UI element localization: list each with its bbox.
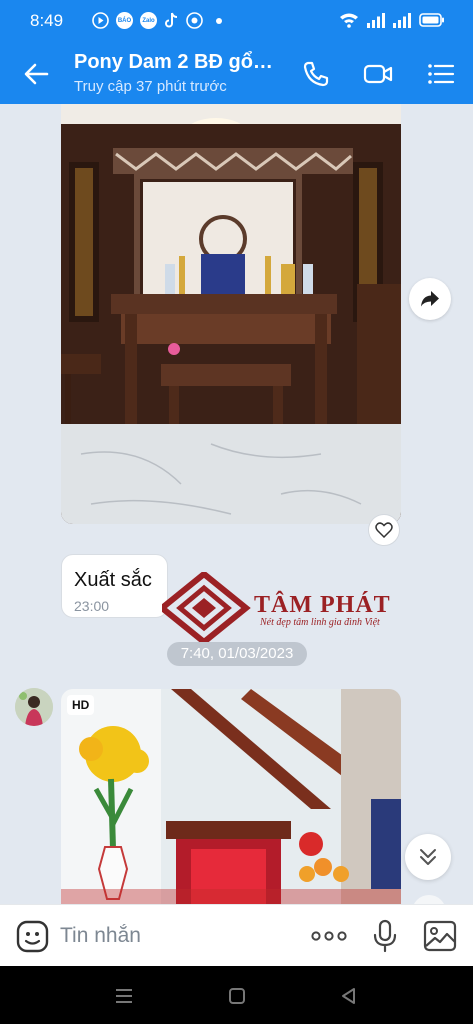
- system-nav-bar: [0, 966, 473, 1024]
- last-seen-status: Truy cập 37 phút trước: [74, 78, 227, 95]
- watermark-brand-name: TÂM PHÁT: [254, 592, 391, 618]
- back-button[interactable]: [20, 58, 52, 90]
- call-button[interactable]: [300, 58, 332, 90]
- more-notifications-dot: [216, 17, 222, 24]
- signal-icon: [393, 12, 411, 28]
- chat-messages[interactable]: Xuất sắc 23:00 TÂM PHÁT Nét đẹp tâm linh…: [0, 104, 473, 904]
- back-nav-button[interactable]: [338, 985, 360, 1007]
- chrome-icon: [186, 12, 203, 29]
- hd-badge: HD: [67, 695, 95, 715]
- message-bubble[interactable]: Xuất sắc 23:00: [61, 554, 168, 618]
- flower-altar-photo: [61, 689, 401, 904]
- tiktok-icon: [165, 12, 178, 28]
- altar-photo-message[interactable]: [61, 104, 401, 524]
- status-time: 8:49: [30, 11, 64, 30]
- share-arrow-icon: [421, 291, 439, 307]
- heart-icon: [375, 522, 393, 538]
- date-separator: 7:40, 01/03/2023: [167, 642, 307, 666]
- play-icon: [92, 12, 109, 29]
- microphone-button[interactable]: [370, 919, 400, 953]
- tam-phat-logo-icon: [157, 570, 251, 646]
- incoming-photo-message[interactable]: HD: [61, 689, 401, 904]
- react-heart-button[interactable]: [368, 514, 400, 546]
- watermark-slogan: Nét đẹp tâm linh gia đình Việt: [260, 617, 380, 628]
- sticker-button[interactable]: [16, 920, 49, 953]
- home-nav-button[interactable]: [226, 985, 248, 1007]
- tam-phat-watermark: TÂM PHÁT Nét đẹp tâm linh gia đình Việt: [157, 570, 412, 646]
- double-chevron-down-icon: [420, 849, 436, 865]
- message-composer: [0, 904, 473, 966]
- more-options-button[interactable]: [309, 922, 349, 950]
- zalo-icon: Zalo: [140, 12, 157, 29]
- message-time: 23:00: [74, 598, 110, 614]
- system-icons: [339, 12, 445, 28]
- message-input[interactable]: [60, 919, 290, 953]
- image-picker-button[interactable]: [423, 919, 457, 953]
- recents-nav-button[interactable]: [113, 985, 135, 1007]
- video-call-button[interactable]: [362, 58, 394, 90]
- avatar-photo: [15, 688, 53, 726]
- share-button[interactable]: [409, 278, 451, 320]
- battery-icon: [419, 13, 444, 27]
- wifi-icon: [340, 13, 358, 28]
- message-text: Xuất sắc: [74, 569, 152, 591]
- sender-avatar[interactable]: [15, 688, 53, 726]
- floating-button[interactable]: [412, 895, 446, 904]
- status-bar: 8:49 BÁO Zalo: [0, 0, 473, 42]
- menu-list-button[interactable]: [425, 58, 457, 90]
- signal-icon: [367, 12, 385, 28]
- scroll-to-bottom-button[interactable]: [405, 834, 451, 880]
- notification-icons: BÁO Zalo: [92, 12, 222, 29]
- baomoi-icon: BÁO: [116, 12, 133, 29]
- chat-title[interactable]: Pony Dam 2 BĐ gổ…: [74, 51, 273, 74]
- chat-header: Pony Dam 2 BĐ gổ… Truy cập 37 phút trước: [0, 42, 473, 104]
- altar-photo: [61, 104, 401, 524]
